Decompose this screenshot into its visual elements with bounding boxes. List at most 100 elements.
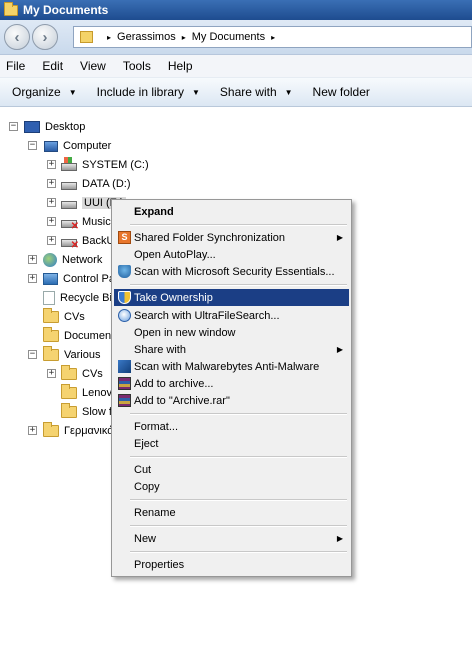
tree-label: Network	[62, 254, 103, 266]
chevron-right-icon[interactable]: ▸	[271, 33, 275, 42]
menu-item-label: Rename	[134, 506, 176, 519]
removable-drive-icon	[61, 200, 77, 209]
menu-item-eject[interactable]: Eject	[114, 435, 349, 452]
expand-toggle[interactable]: +	[28, 274, 37, 283]
recycle-bin-icon	[43, 291, 55, 305]
organize-button[interactable]: Organize ▼	[12, 85, 77, 99]
menu-help[interactable]: Help	[168, 59, 193, 73]
folder-icon	[4, 1, 18, 16]
menu-item-rename[interactable]: Rename	[114, 504, 349, 521]
breadcrumb-my-documents[interactable]: My Documents	[192, 31, 265, 43]
tree-label: Various	[64, 349, 101, 361]
breadcrumb-gerassimos[interactable]: Gerassimos	[117, 31, 176, 43]
tree-label: Music	[82, 216, 111, 228]
menu-item-copy[interactable]: Copy	[114, 478, 349, 495]
menu-item-open-autoplay[interactable]: Open AutoPlay...	[114, 246, 349, 263]
forward-button[interactable]: ›	[32, 24, 58, 50]
menu-item-scan-mse[interactable]: Scan with Microsoft Security Essentials.…	[114, 263, 349, 280]
tree-item-documents[interactable]: Document	[43, 327, 114, 345]
tree-item-germanika[interactable]: Γερμανικά	[43, 422, 114, 440]
menu-item-label: Copy	[134, 480, 160, 493]
tree-item-slow[interactable]: Slow f	[61, 403, 112, 421]
menu-item-scan-malwarebytes[interactable]: Scan with Malwarebytes Anti-Malware	[114, 358, 349, 375]
menu-item-take-ownership[interactable]: Take Ownership	[114, 289, 349, 306]
tree-item-recycle-bin[interactable]: Recycle Bi	[43, 289, 112, 307]
command-bar: Organize ▼ Include in library ▼ Share wi…	[0, 77, 472, 107]
menu-item-add-to-archive-rar[interactable]: Add to "Archive.rar"	[114, 392, 349, 409]
include-in-library-button[interactable]: Include in library ▼	[97, 85, 200, 99]
malwarebytes-icon	[118, 360, 131, 373]
menu-separator	[130, 525, 347, 527]
menu-item-label: Take Ownership	[134, 291, 213, 304]
computer-icon	[44, 140, 58, 152]
window-title: My Documents	[23, 3, 109, 17]
tree-item-network[interactable]: Network	[43, 251, 102, 269]
chevron-right-icon[interactable]: ▸	[182, 33, 186, 42]
menu-item-label: Properties	[134, 558, 185, 571]
menu-item-expand[interactable]: Expand	[114, 203, 349, 220]
menu-item-label: Scan with Microsoft Security Essentials.…	[134, 265, 335, 278]
tree-item-music[interactable]: Music	[61, 213, 111, 232]
menu-item-label: Cut	[134, 463, 152, 476]
tree-item-desktop[interactable]: Desktop	[24, 118, 85, 136]
tree-item-lenovo[interactable]: Lenovo	[61, 384, 118, 402]
menu-file[interactable]: File	[6, 59, 25, 73]
tree-label: Recycle Bi	[60, 292, 112, 304]
tree-item-system-drive[interactable]: SYSTEM (C:)	[61, 156, 149, 174]
expand-toggle[interactable]: +	[47, 236, 56, 245]
chevron-right-icon[interactable]: ▸	[107, 33, 111, 42]
folder-icon	[61, 365, 77, 380]
back-button[interactable]: ‹	[4, 24, 30, 50]
menu-item-new[interactable]: New ▶	[114, 530, 349, 547]
menu-item-label: Shared Folder Synchronization	[134, 231, 286, 244]
expand-toggle[interactable]: +	[28, 255, 37, 264]
collapse-toggle[interactable]: −	[9, 122, 18, 131]
menu-item-label: Add to "Archive.rar"	[134, 394, 230, 407]
tree-item-control-panel[interactable]: Control Pa	[43, 270, 115, 288]
collapse-toggle[interactable]: −	[28, 350, 37, 359]
new-folder-button[interactable]: New folder	[313, 85, 370, 99]
tree-label: SYSTEM (C:)	[82, 159, 149, 171]
tree-item-various-cvs[interactable]: CVs	[61, 365, 103, 383]
expand-toggle[interactable]: +	[47, 160, 56, 169]
winrar-icon	[118, 377, 131, 390]
menu-item-format[interactable]: Format...	[114, 418, 349, 435]
expand-toggle[interactable]: +	[47, 369, 56, 378]
address-bar[interactable]: ▸ Gerassimos ▸ My Documents ▸	[73, 26, 472, 48]
menu-item-shared-folder-sync[interactable]: S Shared Folder Synchronization ▶	[114, 229, 349, 246]
tree-item-backup[interactable]: BackU	[61, 232, 114, 251]
menu-separator	[130, 413, 347, 415]
disconnected-network-drive-icon	[61, 238, 79, 251]
window-title-bar[interactable]: My Documents	[0, 0, 472, 20]
menu-bar: File Edit View Tools Help	[0, 55, 472, 77]
menu-item-open-new-window[interactable]: Open in new window	[114, 324, 349, 341]
menu-tools[interactable]: Tools	[123, 59, 151, 73]
menu-view[interactable]: View	[80, 59, 106, 73]
collapse-toggle[interactable]: −	[28, 141, 37, 150]
tree-item-various[interactable]: Various	[43, 346, 100, 364]
menu-item-label: Scan with Malwarebytes Anti-Malware	[134, 360, 320, 373]
menu-separator	[130, 499, 347, 501]
menu-item-search-ultrafilesearch[interactable]: Search with UltraFileSearch...	[114, 307, 349, 324]
tree-item-data-drive[interactable]: DATA (D:)	[61, 175, 130, 193]
expand-toggle[interactable]: +	[47, 217, 56, 226]
tree-item-cvs[interactable]: CVs	[43, 308, 85, 326]
share-with-button[interactable]: Share with ▼	[220, 85, 293, 99]
tree-label: Slow f	[82, 406, 112, 418]
menu-edit[interactable]: Edit	[42, 59, 63, 73]
tree-label: DATA (D:)	[82, 178, 131, 190]
menu-item-add-to-archive[interactable]: Add to archive...	[114, 375, 349, 392]
menu-item-share-with[interactable]: Share with ▶	[114, 341, 349, 358]
hard-drive-icon	[61, 181, 77, 190]
control-panel-icon	[43, 273, 58, 285]
folder-icon	[61, 403, 77, 418]
expand-toggle[interactable]: +	[47, 179, 56, 188]
folder-icon	[61, 384, 77, 399]
menu-item-properties[interactable]: Properties	[114, 556, 349, 573]
menu-item-cut[interactable]: Cut	[114, 461, 349, 478]
tree-item-computer[interactable]: Computer	[44, 137, 111, 155]
menu-item-label: Format...	[134, 420, 179, 433]
expand-toggle[interactable]: +	[47, 198, 56, 207]
menu-item-label: Open in new window	[134, 326, 236, 339]
expand-toggle[interactable]: +	[28, 426, 37, 435]
